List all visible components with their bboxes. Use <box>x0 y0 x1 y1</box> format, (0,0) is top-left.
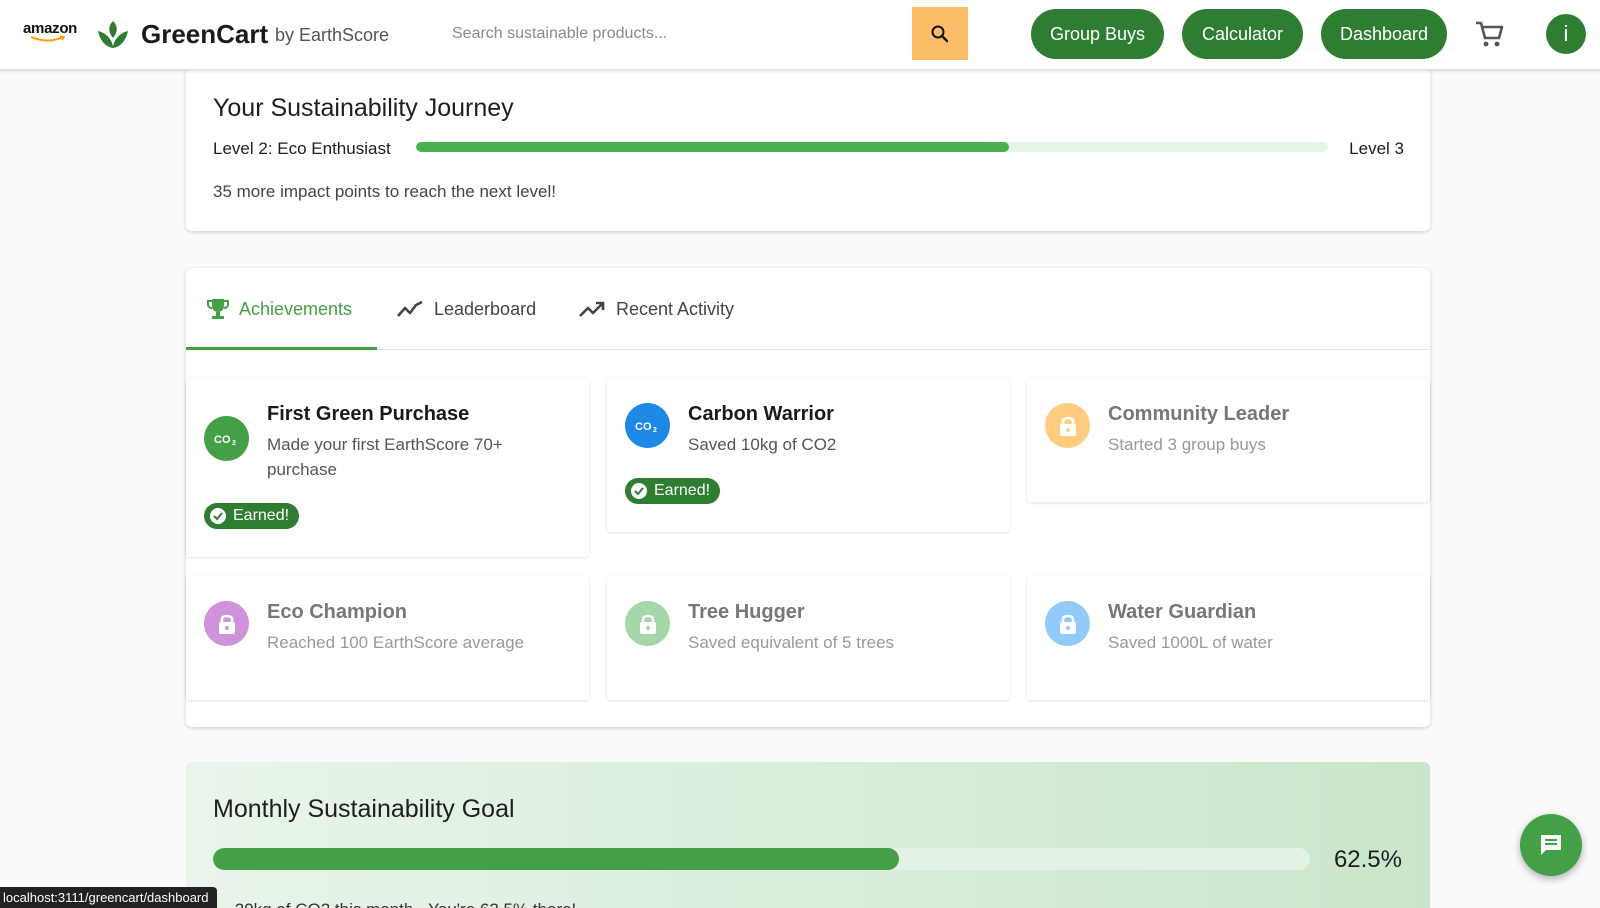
level-progress-bar <box>416 142 1328 152</box>
tab-achievements-label: Achievements <box>239 298 353 319</box>
achievement-description: Saved 1000L of water <box>1108 633 1273 652</box>
status-bar-url: localhost:3111/greencart/dashboard <box>0 887 217 908</box>
chat-icon <box>1541 835 1561 855</box>
brand-name[interactable]: GreenCart <box>141 19 268 50</box>
tab-leaderboard-label: Leaderboard <box>434 298 537 319</box>
brand-subtitle: by EarthScore <box>275 25 390 45</box>
svg-text:CO: CO <box>214 434 231 446</box>
tab-bar: Achievements Leaderboard Recent Activity <box>186 268 1430 350</box>
search-button[interactable] <box>912 7 968 60</box>
leaf-logo-icon <box>98 21 128 48</box>
monthly-goal-progress-fill <box>213 848 899 870</box>
achievement-description: Started 3 group buys <box>1108 435 1266 454</box>
achievement-description: Saved 10kg of CO2 <box>688 435 837 454</box>
level-progress-fill <box>416 142 1009 152</box>
achievement-title: Tree Hugger <box>688 601 805 623</box>
user-avatar[interactable]: i <box>1546 14 1586 54</box>
monthly-goal-percent: 62.5% <box>1333 846 1402 873</box>
earned-label: Earned! <box>654 482 711 499</box>
amazon-smile-icon <box>30 35 66 42</box>
svg-text:CO: CO <box>635 421 652 433</box>
svg-text:2: 2 <box>653 427 657 433</box>
co2-icon: CO 2 <box>625 403 670 448</box>
earned-label: Earned! <box>233 507 290 524</box>
trophy-icon <box>207 299 229 319</box>
next-level-label: Level 3 <box>1349 139 1404 158</box>
earned-badge: Earned! <box>204 503 300 529</box>
nav-calculator-button[interactable]: Calculator <box>1182 9 1303 59</box>
nav-group-buys-button[interactable]: Group Buys <box>1031 9 1164 59</box>
tab-achievements[interactable]: Achievements <box>207 268 352 350</box>
achievements-panel: Achievements Leaderboard Recent Activity… <box>186 268 1430 727</box>
achievement-carbon-warrior[interactable]: CO 2 Carbon Warrior Saved 10kg of CO2 Ear… <box>607 378 1010 532</box>
nav-dashboard-button[interactable]: Dashboard <box>1321 9 1447 59</box>
search-icon <box>931 25 949 42</box>
cart-icon[interactable] <box>1474 19 1504 49</box>
tab-recent-activity-label: Recent Activity <box>616 298 735 319</box>
active-tab-indicator <box>186 347 377 350</box>
check-circle-icon <box>210 508 226 524</box>
lock-icon <box>1045 601 1090 646</box>
achievement-description: Saved equivalent of 5 trees <box>688 633 895 652</box>
monthly-goal-title: Monthly Sustainability Goal <box>213 795 515 823</box>
chat-button[interactable] <box>1520 814 1582 876</box>
sustainability-journey-card: Your Sustainability Journey Level 2: Eco… <box>186 68 1430 231</box>
top-navbar: amazon GreenCart by EarthScore Group Buy… <box>0 0 1600 70</box>
current-level-label: Level 2: Eco Enthusiast <box>213 139 391 158</box>
earned-badge: Earned! <box>625 478 721 504</box>
achievement-title: Water Guardian <box>1108 601 1257 623</box>
tab-leaderboard[interactable]: Leaderboard <box>396 268 536 350</box>
achievement-title: Eco Champion <box>267 601 408 623</box>
achievement-description: Reached 100 EarthScore average <box>267 633 525 652</box>
achievement-water-guardian[interactable]: Water Guardian Saved 1000L of water <box>1027 576 1430 700</box>
monthly-goal-progress-bar <box>213 848 1310 870</box>
check-circle-icon <box>631 483 647 499</box>
achievement-title: Community Leader <box>1108 403 1290 425</box>
achievement-title: First Green Purchase <box>267 403 470 425</box>
journey-note: 35 more impact points to reach the next … <box>213 182 557 201</box>
achievement-title: Carbon Warrior <box>688 403 834 425</box>
lock-icon <box>625 601 670 646</box>
lock-icon <box>1045 403 1090 448</box>
monthly-goal-card: Monthly Sustainability Goal 62.5% … 20kg… <box>186 762 1430 908</box>
achievement-first-green-purchase[interactable]: CO 2 First Green Purchase Made your first… <box>186 378 589 557</box>
achievement-community-leader[interactable]: Community Leader Started 3 group buys <box>1027 378 1430 502</box>
search-input[interactable] <box>440 16 910 52</box>
svg-text:2: 2 <box>232 440 236 446</box>
lock-icon <box>204 601 249 646</box>
monthly-goal-note: … 20kg of CO2 this month - You're 62.5% … <box>213 900 576 908</box>
co2-icon: CO 2 <box>204 416 249 461</box>
achievement-eco-champion[interactable]: Eco Champion Reached 100 EarthScore aver… <box>186 576 589 700</box>
achievement-tree-hugger[interactable]: Tree Hugger Saved equivalent of 5 trees <box>607 576 1010 700</box>
tab-recent-activity[interactable]: Recent Activity <box>578 268 734 350</box>
trending-up-icon <box>579 301 605 317</box>
journey-title: Your Sustainability Journey <box>213 94 514 122</box>
trending-icon <box>397 300 423 317</box>
achievement-description: Made your first EarthScore 70+ purchase <box>267 435 503 479</box>
